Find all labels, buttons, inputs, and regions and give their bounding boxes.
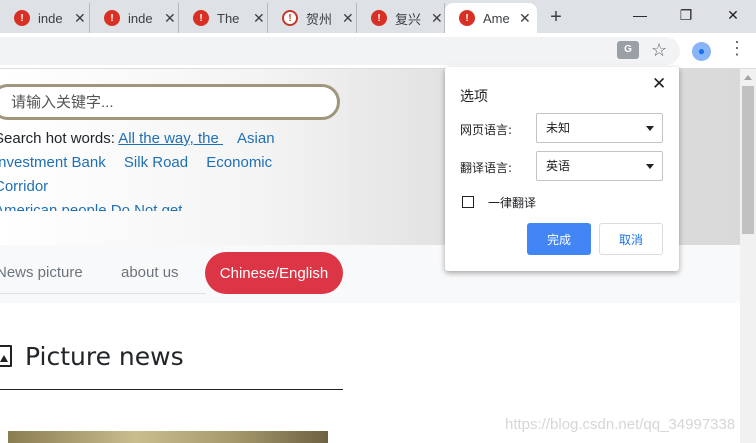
menu-icon[interactable]: ⋮ [728, 38, 746, 59]
tab-title: The [217, 10, 240, 26]
scrollbar[interactable] [740, 69, 756, 443]
browser-tab[interactable]: ! The ✕ [179, 3, 268, 33]
popup-title: 选项 [460, 89, 488, 105]
site-favicon-icon: ! [104, 10, 120, 26]
browser-toolbar: G ☆ ● ⋮ [0, 33, 756, 69]
always-translate-checkbox[interactable] [462, 196, 474, 208]
minimize-button[interactable]: — [617, 4, 663, 28]
translate-popup: 选项 ✕ 网页语言: 未知 翻译语言: 英语 一律翻译 完成 取消 [445, 67, 679, 271]
nav-news-picture[interactable]: News picture [0, 264, 83, 281]
browser-tab-active[interactable]: ! Ame ✕ [445, 3, 537, 33]
tab-close-icon[interactable]: ✕ [519, 10, 531, 27]
section-divider [0, 389, 343, 390]
popup-close-icon[interactable]: ✕ [652, 74, 666, 94]
done-button[interactable]: 完成 [527, 223, 591, 255]
site-favicon-icon: ! [282, 10, 298, 26]
dropdown-arrow-icon [646, 126, 654, 131]
tab-title: 复兴 [395, 11, 421, 27]
tab-close-icon[interactable]: ✕ [342, 10, 354, 27]
scroll-up-icon[interactable] [744, 75, 752, 80]
site-favicon-icon: ! [193, 10, 209, 26]
target-language-value: 英语 [546, 159, 571, 173]
always-translate-label: 一律翻译 [488, 196, 537, 210]
language-toggle-button[interactable]: Chinese/English [205, 252, 343, 294]
site-favicon-icon: ! [459, 10, 475, 26]
maximize-button[interactable]: ❐ [663, 4, 709, 28]
dropdown-arrow-icon [646, 164, 654, 169]
tab-strip: ! inde ✕ ! inde ✕ ! The ✕ ! 贺州 ✕ ! 复兴 ✕ … [0, 0, 756, 33]
new-tab-button[interactable]: + [546, 5, 566, 29]
tab-title: inde [128, 10, 153, 26]
browser-tab[interactable]: ! 复兴 ✕ [357, 3, 445, 33]
hot-words-label: Search hot words: [0, 130, 119, 147]
page-language-label: 网页语言: [460, 123, 513, 137]
tab-title: Ame [483, 10, 509, 26]
site-favicon-icon: ! [14, 10, 30, 26]
page-language-select[interactable]: 未知 [536, 113, 663, 143]
tab-close-icon[interactable]: ✕ [253, 10, 265, 27]
target-language-label: 翻译语言: [460, 161, 513, 175]
scrollbar-thumb[interactable] [742, 86, 754, 234]
hot-word-link-truncated[interactable]: American people Do Not get [0, 199, 182, 211]
picture-icon [0, 345, 12, 367]
search-input[interactable] [0, 84, 340, 120]
translate-icon[interactable]: G [617, 41, 639, 59]
hot-words: Search hot words: All the way, the Asian… [0, 127, 334, 211]
browser-tab[interactable]: ! inde ✕ [0, 3, 90, 33]
cancel-button[interactable]: 取消 [599, 223, 663, 255]
nav-divider [0, 293, 206, 294]
bookmark-star-icon[interactable]: ☆ [651, 40, 667, 61]
page-language-value: 未知 [546, 121, 571, 135]
address-bar[interactable] [0, 37, 680, 65]
news-thumbnail[interactable] [8, 431, 328, 443]
browser-tab[interactable]: ! inde ✕ [90, 3, 179, 33]
tab-close-icon[interactable]: ✕ [164, 10, 176, 27]
hot-word-link[interactable]: All the way, the [118, 130, 223, 147]
nav-about-us[interactable]: about us [121, 264, 179, 281]
section-title: Picture news [25, 342, 184, 371]
window-close-button[interactable]: ✕ [710, 4, 756, 28]
tab-close-icon[interactable]: ✕ [431, 10, 443, 27]
site-favicon-icon: ! [371, 10, 387, 26]
tab-title: inde [38, 10, 63, 26]
browser-tab[interactable]: ! 贺州 ✕ [268, 3, 357, 33]
tab-title: 贺州 [306, 11, 332, 27]
watermark: https://blog.csdn.net/qq_34997338 [505, 416, 736, 433]
target-language-select[interactable]: 英语 [536, 151, 663, 181]
hot-word-link[interactable]: Silk Road [124, 154, 188, 171]
profile-avatar[interactable]: ● [692, 42, 711, 61]
tab-close-icon[interactable]: ✕ [74, 10, 86, 27]
